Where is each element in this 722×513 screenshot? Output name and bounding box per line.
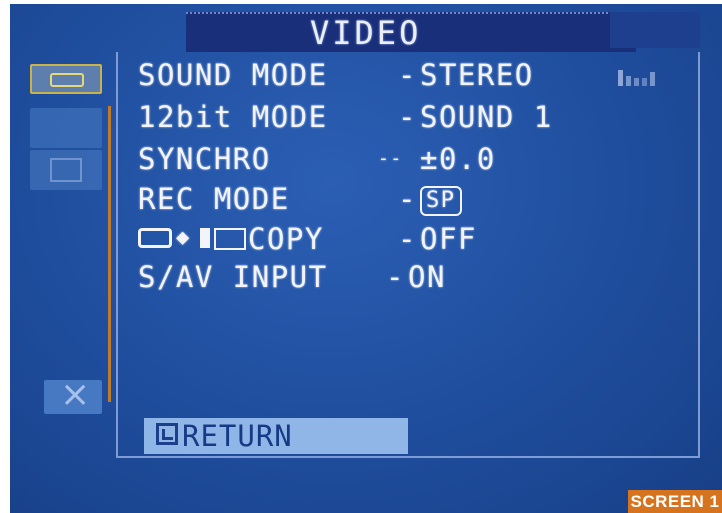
menu-separator: - bbox=[398, 58, 417, 92]
menu-separator: - bbox=[398, 222, 417, 256]
screen-badge: SCREEN 1 bbox=[628, 490, 722, 513]
page-title: VIDEO bbox=[310, 14, 422, 52]
menu-item-value-wrap: SP bbox=[420, 180, 462, 218]
menu-item-value: STEREO bbox=[420, 58, 534, 92]
menu-item-value: OFF bbox=[420, 222, 477, 256]
return-button[interactable]: RETURN bbox=[144, 418, 408, 454]
sidebar-divider bbox=[108, 106, 111, 402]
menu-item-label: 12bit MODE bbox=[138, 100, 328, 134]
menu-item-value: ON bbox=[408, 260, 446, 294]
monitor-icon[interactable] bbox=[30, 150, 102, 190]
menu-item-label: COPY bbox=[248, 222, 324, 256]
menu-separator: - bbox=[386, 260, 405, 294]
close-icon[interactable] bbox=[44, 374, 102, 415]
menu-item-label: REC MODE bbox=[138, 182, 290, 216]
menu-item-value: ±0.0 bbox=[420, 142, 496, 176]
audio-level-meter-icon bbox=[618, 68, 662, 86]
menu-item-label: S/AV INPUT bbox=[138, 260, 328, 294]
menu-separator: -- bbox=[378, 148, 403, 169]
menu-separator: - bbox=[398, 182, 417, 216]
menu-item-label: SOUND MODE bbox=[138, 58, 328, 92]
camcorder-screen: VIDEO SOUND MODE - STEREO 12bit MODE - S… bbox=[10, 4, 722, 513]
menu-item-value: SOUND 1 bbox=[420, 100, 553, 134]
tape-icon[interactable] bbox=[30, 64, 102, 94]
menu-separator: - bbox=[398, 100, 417, 134]
return-icon bbox=[156, 423, 178, 445]
rec-mode-value-badge: SP bbox=[420, 186, 462, 216]
menu-item-label: SYNCHRO bbox=[138, 142, 271, 176]
sidebar bbox=[26, 60, 110, 420]
title-decoration bbox=[610, 12, 700, 48]
settings-icon[interactable] bbox=[30, 108, 102, 148]
return-label: RETURN bbox=[182, 419, 293, 453]
tape-to-card-copy-icon: ◆ bbox=[138, 226, 246, 252]
